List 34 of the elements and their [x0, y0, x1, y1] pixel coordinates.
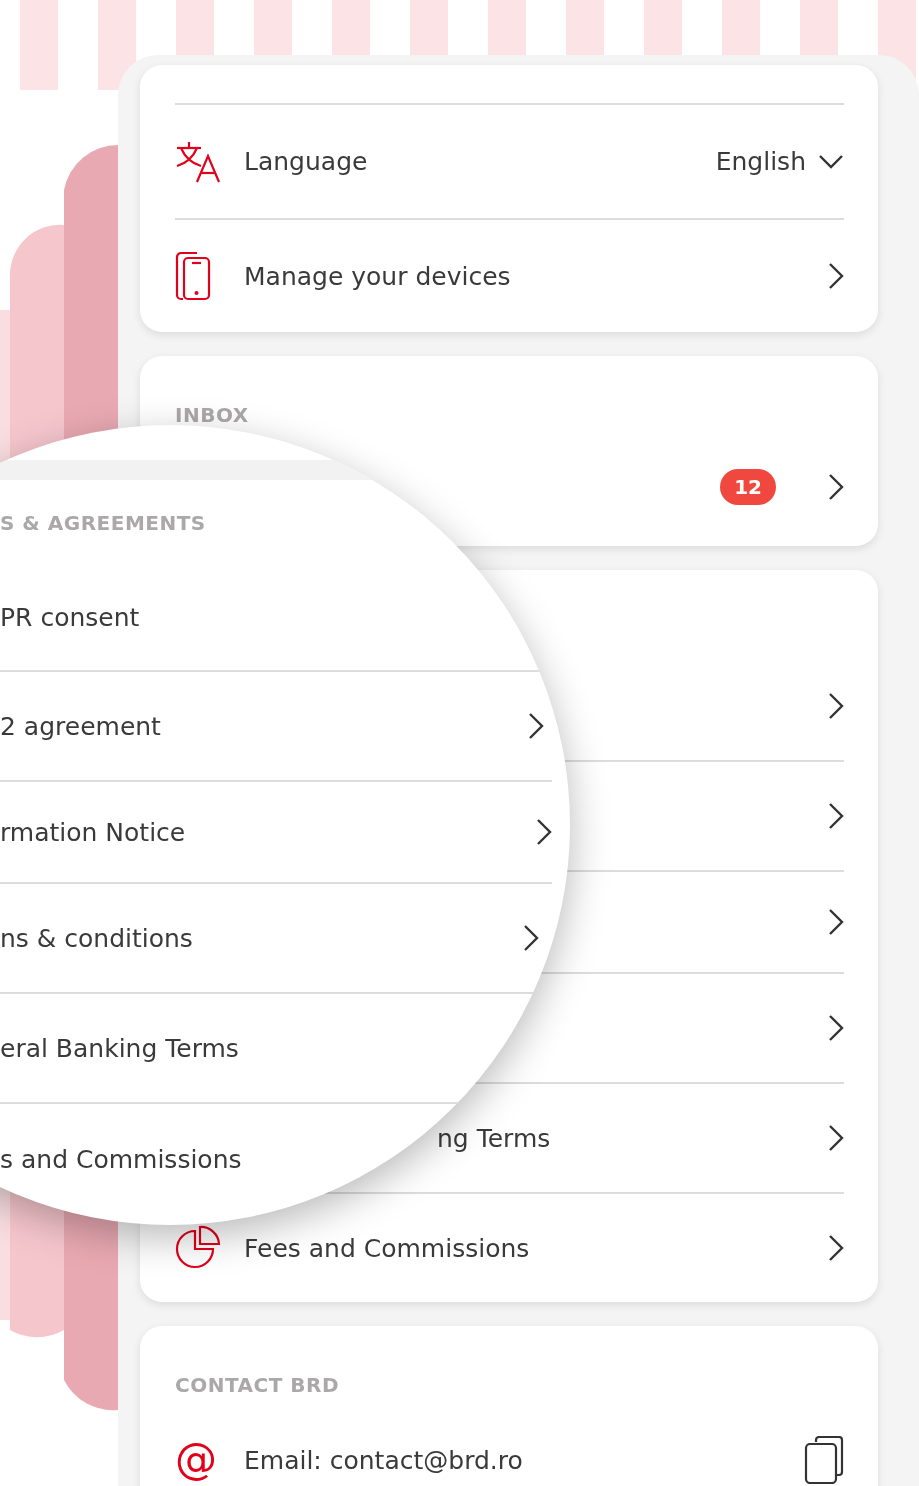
row-label: ng Terms [437, 1123, 551, 1153]
row-label: 2 agreement [0, 711, 161, 741]
at-sign-icon: @ [175, 1439, 217, 1481]
section-header: INBOX [175, 403, 249, 427]
chevron-right-icon [828, 692, 844, 720]
chevron-right-icon [828, 802, 844, 830]
row-label: Fees and Commissions [244, 1233, 530, 1263]
dropdown-value[interactable]: English [715, 147, 806, 176]
chevron-right-icon [828, 1014, 844, 1042]
copy-button[interactable] [804, 1436, 844, 1484]
chevron-right-icon [828, 262, 844, 290]
chevron-right-icon [536, 818, 552, 846]
translate-icon [175, 139, 221, 184]
row-label: s and Commissions [0, 1144, 242, 1174]
section-header: CONTACT BRD [175, 1373, 339, 1397]
smartphone-icon [175, 251, 211, 301]
chevron-right-icon [828, 472, 844, 501]
chevron-right-icon [828, 1234, 844, 1262]
chevron-down-icon [818, 153, 844, 170]
row-label: Manage your devices [244, 261, 511, 291]
row-label: Language [244, 147, 368, 176]
chevron-right-icon [528, 712, 544, 740]
section-header: S & AGREEMENTS [0, 510, 206, 535]
row-label: rmation Notice [0, 817, 186, 847]
row-label: PR consent [0, 603, 140, 632]
chevron-right-icon [523, 924, 539, 952]
unread-count-badge: 12 [720, 468, 776, 505]
pie-chart-icon [175, 1225, 221, 1271]
row-label: eral Banking Terms [0, 1033, 239, 1063]
chevron-right-icon [828, 908, 844, 936]
row-label: Email: contact@brd.ro [244, 1445, 523, 1475]
row-label: ns & conditions [0, 923, 193, 953]
chevron-right-icon [828, 1124, 844, 1152]
copy-icon [804, 1436, 844, 1484]
